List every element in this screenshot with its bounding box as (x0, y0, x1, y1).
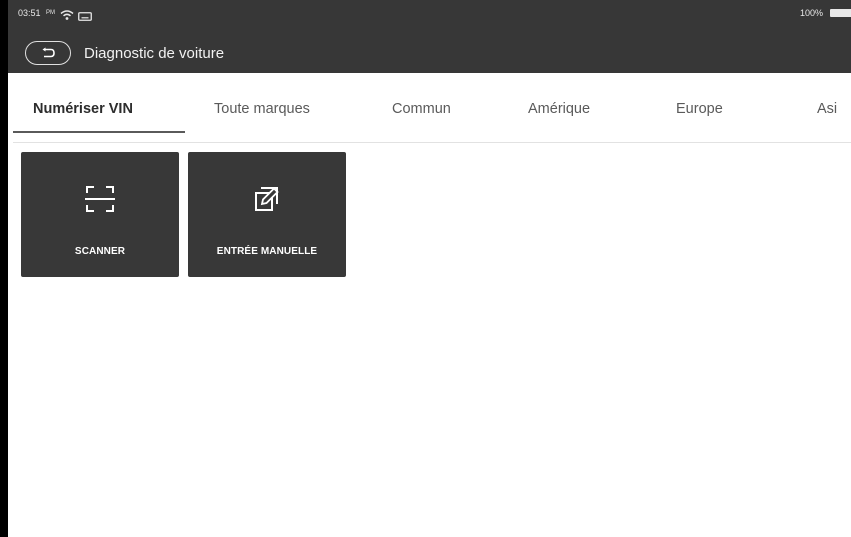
manual-entry-label: ENTRÉE MANUELLE (216, 246, 318, 257)
tab-asie[interactable]: Asi (817, 101, 837, 117)
manual-entry-button[interactable]: ENTRÉE MANUELLE (188, 152, 346, 277)
edit-copy-icon (188, 184, 346, 214)
page-title: Diagnostic de voiture (84, 45, 225, 62)
status-ampm: PM (46, 10, 55, 16)
back-button[interactable] (25, 41, 71, 65)
status-bar: 03:51 PM 100% (8, 0, 851, 26)
tab-europe[interactable]: Europe (676, 101, 723, 117)
scanner-button[interactable]: SCANNER (21, 152, 179, 277)
wifi-icon (60, 7, 74, 25)
tab-numeriser-vin[interactable]: Numériser VIN (33, 101, 133, 117)
scan-frame-icon (21, 184, 179, 214)
active-tab-indicator (13, 131, 185, 133)
top-bar: 03:51 PM 100% Diagnostic de voiture (8, 0, 851, 73)
tab-bar: Numériser VIN Toute marques Commun Améri… (8, 73, 851, 143)
device-frame (0, 0, 8, 537)
tab-amerique[interactable]: Amérique (528, 101, 590, 117)
tab-divider (13, 142, 851, 143)
keyboard-icon (78, 8, 92, 26)
back-arrow-icon (42, 47, 55, 58)
tab-commun[interactable]: Commun (392, 101, 451, 117)
screen: 03:51 PM 100% Diagnostic de voiture Numé… (8, 0, 851, 537)
scanner-label: SCANNER (74, 246, 126, 257)
battery-level: 100% (800, 8, 824, 18)
tab-toute-marques[interactable]: Toute marques (214, 101, 310, 117)
battery-icon (830, 9, 851, 17)
status-time: 03:51 (18, 8, 41, 18)
